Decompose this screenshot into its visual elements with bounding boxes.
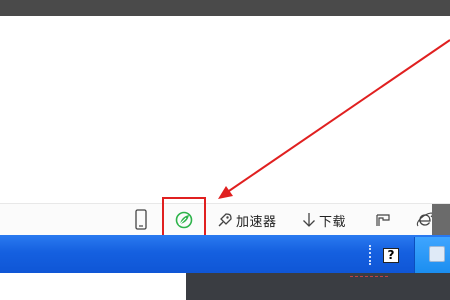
accelerator-label: 加速器 <box>236 214 277 230</box>
download-button[interactable]: 下载 <box>302 208 346 232</box>
status-bar-edge <box>432 204 450 235</box>
bottom-dark-panel <box>186 273 450 300</box>
download-label: 下载 <box>319 214 347 230</box>
tray-grip[interactable] <box>369 245 375 265</box>
title-bar-strip <box>0 0 450 16</box>
annotation-dash <box>350 276 388 277</box>
flag-icon <box>375 212 391 228</box>
leaf-acceleration-icon <box>174 210 194 230</box>
windows-taskbar: ? <box>0 235 450 273</box>
phone-icon <box>133 209 149 231</box>
tray-app-icon[interactable] <box>429 246 445 262</box>
browser-status-bar: 加速器 下载 <box>0 203 450 235</box>
browser-content-area <box>0 16 450 203</box>
acceleration-button[interactable] <box>174 208 194 232</box>
help-icon[interactable]: ? <box>383 248 399 263</box>
rocket-icon <box>217 212 233 228</box>
download-arrow-icon <box>302 212 316 228</box>
notification-area <box>414 237 450 273</box>
bottom-strip <box>0 273 450 300</box>
feedback-button[interactable] <box>375 208 391 232</box>
accelerator-button[interactable]: 加速器 <box>217 208 277 232</box>
mobile-button[interactable] <box>133 208 149 232</box>
